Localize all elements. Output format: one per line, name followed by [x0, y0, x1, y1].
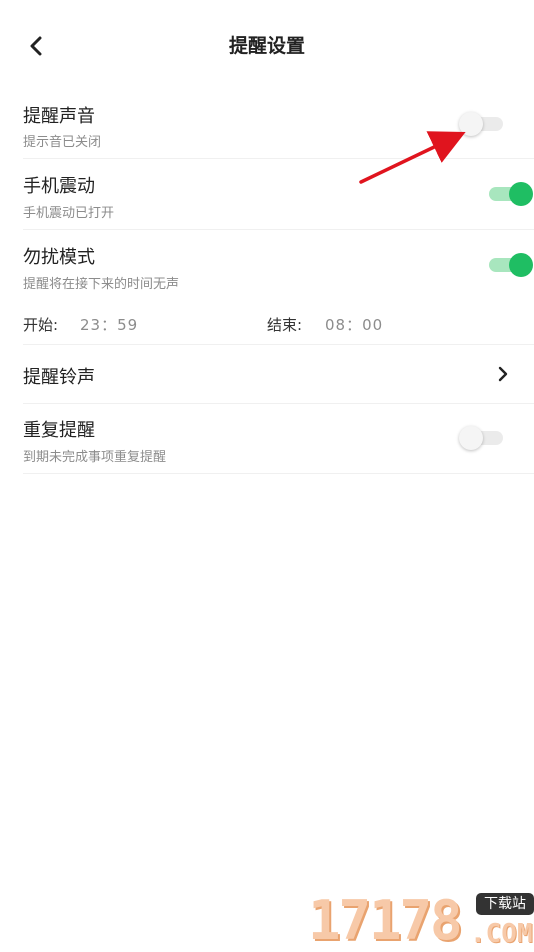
setting-row-ringtone[interactable]: 提醒铃声: [23, 345, 534, 404]
site-watermark: 17178 下载站 .COM: [308, 885, 534, 952]
vibrate-toggle[interactable]: [485, 180, 533, 208]
dnd-end-label: 结束:: [267, 316, 303, 334]
watermark-com: .COM: [470, 919, 533, 949]
setting-subtitle-repeat: 到期未完成事项重复提醒: [23, 450, 167, 465]
setting-title-repeat: 重复提醒: [23, 420, 95, 441]
setting-row-dnd: 勿扰模式 提醒将在接下来的时间无声 开始: 23：59 结束: 08：00: [23, 230, 534, 345]
app-header: 提醒设置: [0, 0, 534, 90]
toggle-knob: [509, 182, 533, 206]
toggle-knob: [459, 112, 483, 136]
watermark-badge: 下载站: [476, 893, 534, 915]
setting-subtitle-sound: 提示音已关闭: [23, 135, 102, 150]
setting-row-vibrate: 手机震动 手机震动已打开: [23, 159, 534, 230]
chevron-right-icon: [498, 366, 508, 382]
setting-title-ringtone: 提醒铃声: [23, 367, 95, 388]
page-title: 提醒设置: [228, 35, 305, 57]
toggle-knob: [459, 426, 483, 450]
dnd-start-label: 开始:: [23, 316, 59, 334]
watermark-digits: 17178: [308, 889, 463, 952]
setting-title-vibrate: 手机震动: [23, 176, 95, 197]
setting-subtitle-vibrate: 手机震动已打开: [23, 206, 115, 221]
setting-subtitle-dnd: 提醒将在接下来的时间无声: [23, 277, 180, 292]
setting-row-sound: 提醒声音 提示音已关闭: [23, 90, 534, 159]
toggle-knob: [509, 253, 533, 277]
setting-row-repeat: 重复提醒 到期未完成事项重复提醒: [23, 404, 534, 474]
setting-title-sound: 提醒声音: [23, 106, 95, 127]
sound-toggle[interactable]: [459, 110, 507, 138]
dnd-start-time[interactable]: 23：59: [80, 314, 138, 335]
dnd-end-time[interactable]: 08：00: [325, 314, 383, 335]
setting-title-dnd: 勿扰模式: [23, 247, 95, 268]
dnd-toggle[interactable]: [485, 251, 533, 279]
ringtone-chevron[interactable]: [493, 364, 513, 384]
repeat-toggle[interactable]: [459, 424, 507, 452]
